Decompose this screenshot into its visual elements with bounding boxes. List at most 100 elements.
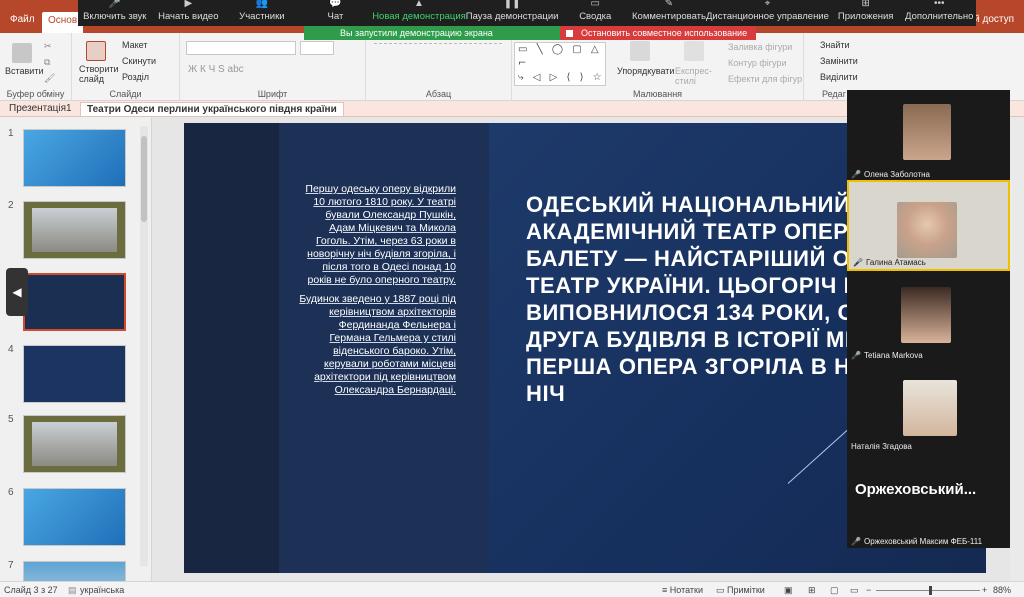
shape-fill-button[interactable]: Заливка фігури bbox=[728, 42, 792, 52]
participant-name: 🎤 Tetiana Markova bbox=[851, 351, 923, 360]
tab-file[interactable]: Файл bbox=[10, 14, 35, 25]
language-indicator[interactable]: українська bbox=[80, 585, 124, 595]
new-slide-button[interactable]: Створити слайд bbox=[79, 64, 119, 84]
zoom-slider-handle[interactable] bbox=[929, 586, 932, 595]
participant-tile[interactable]: 🎤 Олена Заболотна bbox=[847, 90, 1010, 181]
select-button[interactable]: Виділити bbox=[820, 72, 858, 82]
pause-icon: ❚❚ bbox=[503, 0, 521, 9]
stop-sharing-button[interactable]: Остановить совместное использование bbox=[560, 26, 756, 40]
more-button[interactable]: ••• Дополнительно bbox=[902, 0, 976, 26]
participant-name: 🎤 Галина Атамась bbox=[853, 258, 926, 267]
unmute-button[interactable]: 🎤 Включить звук bbox=[78, 0, 152, 26]
slide-body-text[interactable]: Першу одеську оперу відкрили 10 лютого 1… bbox=[298, 183, 456, 403]
shapes-gallery[interactable]: ▭ ╲ ◯ ▢ △ ⌐ ⤷ ◁ ▷ ⟨ ⟩ ☆ ↷ ∿ { } ☆ ▭ bbox=[514, 42, 606, 86]
section-button[interactable]: Розділ bbox=[122, 72, 149, 82]
pencil-icon: ✎ bbox=[664, 0, 674, 9]
comments-icon: ▭ bbox=[716, 585, 728, 595]
shape-outline-button[interactable]: Контур фігури bbox=[728, 58, 786, 68]
scrollbar-thumb[interactable] bbox=[141, 136, 147, 222]
shape-row: ▭ ╲ ◯ ▢ △ ⌐ bbox=[518, 44, 602, 69]
font-name-input[interactable] bbox=[186, 41, 296, 55]
participant-tile-active[interactable]: 🎤 Галина Атамась bbox=[847, 180, 1010, 271]
thumbnail-number: 4 bbox=[8, 344, 14, 355]
reset-button[interactable]: Скинути bbox=[122, 56, 156, 66]
notes-label: Нотатки bbox=[669, 585, 703, 595]
slide-thumbnail[interactable] bbox=[23, 561, 126, 581]
layout-button[interactable]: Макет bbox=[122, 40, 147, 50]
participant-tile[interactable]: 🎤 Tetiana Markova bbox=[847, 271, 1010, 362]
slide-thumbnail-selected[interactable] bbox=[23, 273, 126, 331]
slide-paragraph-text: Будинок зведено у 1887 році під керівниц… bbox=[299, 293, 456, 396]
zoom-item-label: Участники bbox=[239, 11, 285, 22]
thumbnail-number: 5 bbox=[8, 414, 14, 425]
slide-sorter-icon[interactable]: ⊞ bbox=[808, 585, 816, 596]
microphone-off-icon: 🎤 bbox=[108, 0, 121, 9]
new-share-button[interactable]: ▲ Новая демонстрация bbox=[372, 0, 466, 26]
slide-thumbnails-panel: 1 2 3 4 5 6 7 bbox=[0, 117, 152, 581]
format-painter-icon[interactable]: 🖌 bbox=[44, 73, 55, 84]
zoom-video-panel: 🎤 Олена Заболотна 🎤 Галина Атамась 🎤 Tetian… bbox=[847, 90, 1010, 548]
arrange-button[interactable]: Упорядкувати bbox=[617, 66, 674, 76]
participant-video bbox=[901, 287, 951, 343]
remote-control-icon: ⌖ bbox=[764, 0, 771, 9]
start-video-button[interactable]: ▶ Начать видео bbox=[152, 0, 226, 26]
group-clipboard: Вставити ✂ ⧉ 🖌 Буфер обміну bbox=[0, 33, 72, 101]
comments-label: Примітки bbox=[727, 585, 765, 595]
zoom-in-icon[interactable]: + bbox=[982, 585, 987, 595]
theatre-photo bbox=[32, 422, 117, 466]
participants-button[interactable]: 👥 Участники bbox=[225, 0, 299, 26]
zoom-level[interactable]: 88% bbox=[993, 585, 1011, 595]
quick-styles-button[interactable]: Експрес-стилі bbox=[675, 66, 715, 86]
spellcheck-icon[interactable]: ▤ bbox=[68, 585, 77, 596]
more-icon: ••• bbox=[933, 0, 945, 9]
participants-icon: 👥 bbox=[255, 0, 269, 9]
thumbnails-scrollbar[interactable] bbox=[140, 126, 148, 566]
pause-share-button[interactable]: ❚❚ Пауза демонстрации bbox=[466, 0, 559, 26]
tab-home[interactable]: Основ bbox=[42, 12, 84, 33]
comments-button[interactable]: ▭ Примітки bbox=[716, 585, 765, 596]
summary-button[interactable]: ▭ Сводка bbox=[558, 0, 632, 26]
participant-name: Наталія Згадова bbox=[851, 442, 912, 451]
participant-name: 🎤 Олена Заболотна bbox=[851, 170, 930, 179]
zoom-toolbar: 🎤 Включить звук ▶ Начать видео 👥 Участники … bbox=[78, 0, 976, 26]
slide-thumbnail[interactable] bbox=[23, 415, 126, 473]
theatre-photo bbox=[32, 208, 117, 252]
collapse-panel-button[interactable]: ◀ bbox=[6, 268, 28, 316]
copy-icon[interactable]: ⧉ bbox=[44, 57, 50, 68]
slide-thumbnail[interactable] bbox=[23, 201, 126, 259]
notes-button[interactable]: ≡ Нотатки bbox=[662, 585, 703, 595]
replace-button[interactable]: Замінити bbox=[820, 56, 858, 66]
zoom-slider[interactable] bbox=[876, 590, 980, 591]
zoom-out-icon[interactable]: − bbox=[866, 585, 871, 595]
remote-control-button[interactable]: ⌖ Дистанционное управление bbox=[706, 0, 829, 26]
participant-tile[interactable]: Оржеховський... 🎤 Оржеховський Максим ФЕБ… bbox=[847, 453, 1010, 548]
group-label: Буфер обміну bbox=[6, 89, 65, 99]
font-size-input[interactable] bbox=[300, 41, 334, 55]
thumbnail-number: 2 bbox=[8, 200, 14, 211]
slide-paragraph: Першу одеську оперу відкрили 10 лютого 1… bbox=[298, 183, 456, 287]
font-style-buttons[interactable]: Ж К Ч S abc bbox=[188, 64, 244, 75]
zoom-item-label: Чат bbox=[327, 11, 344, 22]
slideshow-icon[interactable]: ▭ bbox=[850, 585, 859, 596]
participant-tile[interactable]: Наталія Згадова bbox=[847, 362, 1010, 453]
annotate-button[interactable]: ✎ Комментировать bbox=[632, 0, 706, 26]
paragraph-controls[interactable] bbox=[374, 43, 502, 55]
paste-button[interactable]: Вставити bbox=[5, 66, 44, 76]
slide-thumbnail[interactable] bbox=[23, 129, 126, 187]
find-button[interactable]: Знайти bbox=[820, 40, 850, 50]
slide-thumbnail[interactable] bbox=[23, 488, 126, 546]
reading-view-icon[interactable]: ▢ bbox=[830, 585, 839, 596]
apps-button[interactable]: ⊞ Приложения bbox=[829, 0, 903, 26]
group-label: Слайди bbox=[109, 89, 142, 99]
group-label: Абзац bbox=[425, 89, 452, 99]
microphone-muted-icon: 🎤 bbox=[851, 537, 861, 546]
normal-view-icon[interactable]: ▣ bbox=[784, 585, 793, 596]
cut-icon[interactable]: ✂ bbox=[44, 41, 52, 52]
chat-button[interactable]: 💬 Чат bbox=[299, 0, 373, 26]
stop-sharing-label: Остановить совместное использование bbox=[581, 28, 748, 38]
slide-scrollbar[interactable] bbox=[1010, 117, 1024, 581]
slide-thumbnail[interactable] bbox=[23, 345, 126, 403]
shape-effects-button[interactable]: Ефекти для фігур bbox=[728, 74, 802, 84]
document-tab-presentation1[interactable]: Презентація1 bbox=[3, 102, 78, 116]
document-tab-odesa-theatres[interactable]: Театри Одеси перлини українського півдня… bbox=[80, 102, 344, 116]
